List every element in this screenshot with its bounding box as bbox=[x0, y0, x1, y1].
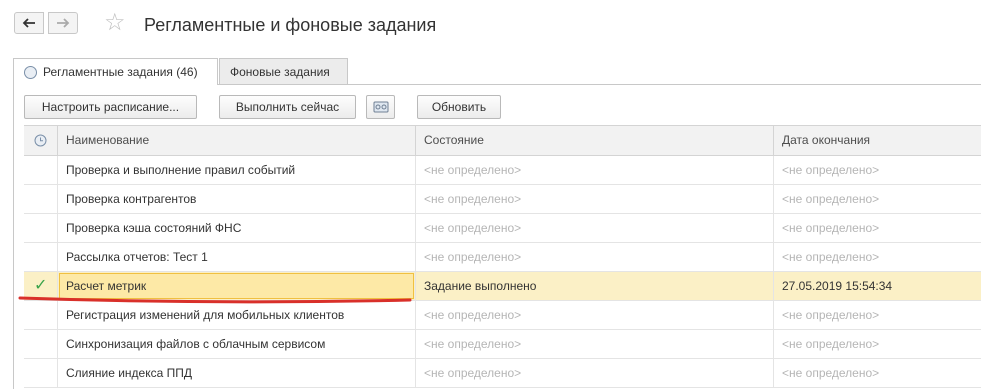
table-row[interactable]: Проверка кэша состояний ФНС <не определе… bbox=[24, 214, 981, 243]
status-column-header[interactable] bbox=[24, 126, 58, 155]
column-header-state[interactable]: Состояние bbox=[416, 126, 774, 155]
row-state: <не определено> bbox=[416, 214, 774, 242]
row-state: <не определено> bbox=[416, 185, 774, 213]
clock-icon bbox=[24, 65, 37, 79]
row-status bbox=[24, 301, 58, 329]
row-end-date: <не определено> bbox=[782, 221, 880, 235]
row-end-date: <не определено> bbox=[782, 366, 880, 380]
favorite-star-icon[interactable]: ☆ bbox=[104, 11, 126, 35]
row-name: Слияние индекса ППД bbox=[58, 359, 416, 387]
row-state: Задание выполнено bbox=[416, 272, 774, 300]
page-title: Регламентные и фоновые задания bbox=[144, 15, 437, 35]
table-header: Наименование Состояние Дата окончания bbox=[24, 125, 981, 156]
table-row[interactable]: Слияние индекса ППД <не определено> <не … bbox=[24, 359, 981, 388]
row-end-date: <не определено> bbox=[782, 192, 880, 206]
tab-background-jobs[interactable]: Фоновые задания bbox=[219, 58, 348, 84]
row-status bbox=[24, 359, 58, 387]
row-name: Синхронизация файлов с облачным сервисом bbox=[58, 330, 416, 358]
row-end-date: 27.05.2019 15:54:34 bbox=[782, 279, 893, 293]
row-end-date: <не определено> bbox=[782, 163, 880, 177]
row-status bbox=[24, 214, 58, 242]
column-header-end-date[interactable]: Дата окончания bbox=[774, 126, 981, 155]
column-header-name[interactable]: Наименование bbox=[58, 126, 416, 155]
table-row[interactable]: Проверка контрагентов <не определено> <н… bbox=[24, 185, 981, 214]
tab-label: Регламентные задания (46) bbox=[43, 65, 198, 79]
row-name: Рассылка отчетов: Тест 1 bbox=[58, 243, 416, 271]
run-now-button[interactable]: Выполнить сейчас bbox=[219, 95, 356, 119]
clock-icon bbox=[34, 134, 47, 147]
table-row[interactable]: Проверка и выполнение правил событий <не… bbox=[24, 156, 981, 185]
row-state: <не определено> bbox=[416, 156, 774, 184]
row-name: Проверка кэша состояний ФНС bbox=[58, 214, 416, 242]
back-button[interactable] bbox=[14, 12, 44, 34]
table-row[interactable]: Регистрация изменений для мобильных клие… bbox=[24, 301, 981, 330]
row-name: Проверка контрагентов bbox=[58, 185, 416, 213]
settings-button[interactable] bbox=[366, 95, 395, 119]
tab-label: Фоновые задания bbox=[230, 64, 330, 79]
row-end-date: <не определено> bbox=[782, 250, 880, 264]
row-status bbox=[24, 185, 58, 213]
table-row[interactable]: Синхронизация файлов с облачным сервисом… bbox=[24, 330, 981, 359]
arrow-left-icon bbox=[22, 18, 35, 28]
row-end-date: <не определено> bbox=[782, 337, 880, 351]
row-name: Регистрация изменений для мобильных клие… bbox=[58, 301, 416, 329]
row-status bbox=[24, 243, 58, 271]
row-state: <не определено> bbox=[416, 243, 774, 271]
red-underline-annotation bbox=[18, 296, 412, 304]
table-row[interactable]: Рассылка отчетов: Тест 1 <не определено>… bbox=[24, 243, 981, 272]
row-state: <не определено> bbox=[416, 301, 774, 329]
row-state: <не определено> bbox=[416, 330, 774, 358]
schedule-button[interactable]: Настроить расписание... bbox=[24, 95, 197, 119]
row-state: <не определено> bbox=[416, 359, 774, 387]
row-end-date: <не определено> bbox=[782, 308, 880, 322]
row-name: Проверка и выполнение правил событий bbox=[58, 156, 416, 184]
arrow-right-icon bbox=[57, 18, 70, 28]
row-status bbox=[24, 330, 58, 358]
row-status bbox=[24, 156, 58, 184]
tape-icon bbox=[373, 101, 388, 113]
refresh-button[interactable]: Обновить bbox=[417, 95, 501, 119]
tab-scheduled-jobs[interactable]: Регламентные задания (46) bbox=[13, 58, 218, 85]
row-name: Расчет метрик bbox=[66, 279, 147, 293]
forward-button[interactable] bbox=[48, 12, 78, 34]
